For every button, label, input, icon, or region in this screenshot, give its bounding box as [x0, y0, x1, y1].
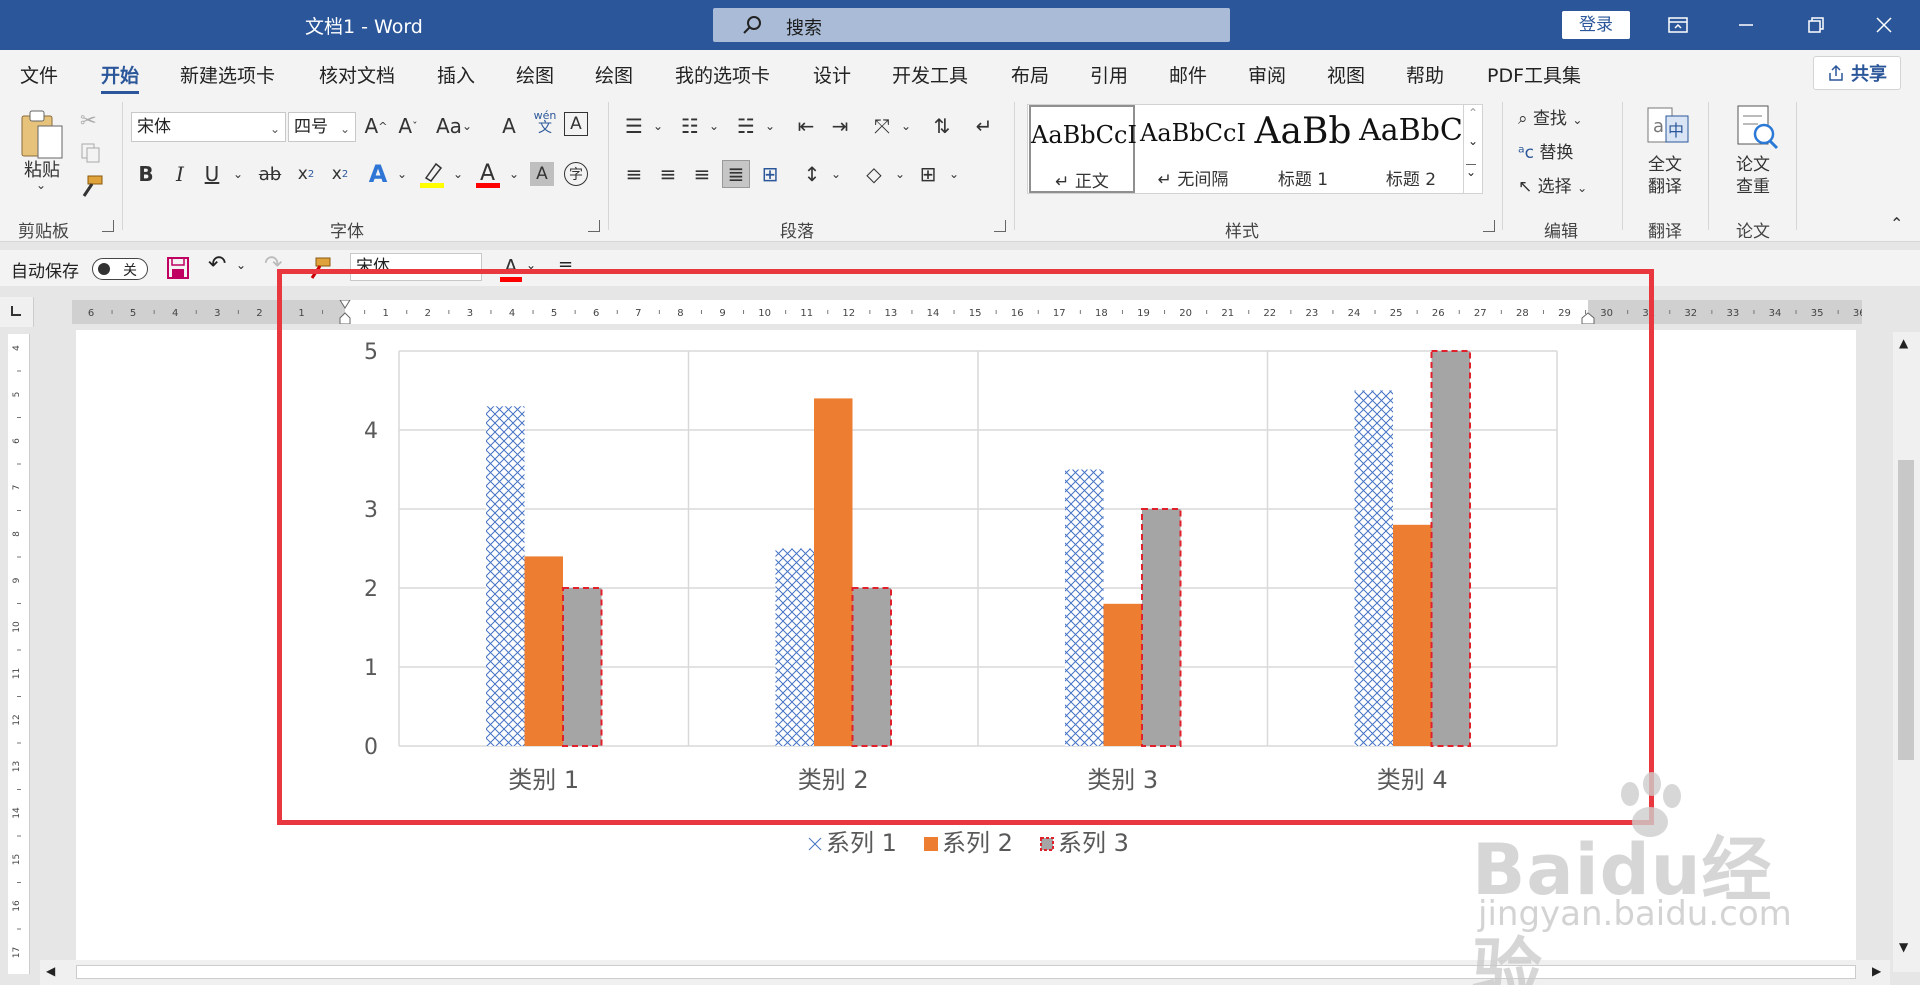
legend-swatch	[924, 837, 938, 851]
scroll-down-icon[interactable]: ▼	[1899, 940, 1908, 954]
legend-item-series-1[interactable]: 系列 1	[808, 823, 897, 858]
red-annotation-box	[277, 269, 1654, 825]
scroll-right-icon[interactable]: ▶	[1872, 964, 1881, 978]
legend-swatch	[808, 837, 822, 851]
legend-item-series-2[interactable]: 系列 2	[924, 823, 1013, 858]
baidu-watermark: Baidu经验 jingyan.baidu.com	[1460, 772, 1840, 985]
legend-swatch	[1040, 837, 1054, 851]
watermark-url: jingyan.baidu.com	[1478, 894, 1792, 934]
legend-label: 系列 1	[826, 829, 897, 857]
scroll-up-icon[interactable]: ▲	[1899, 336, 1908, 350]
legend-label: 系列 3	[1058, 829, 1129, 857]
legend-label: 系列 2	[942, 829, 1013, 857]
legend-item-series-3[interactable]: 系列 3	[1040, 823, 1129, 858]
scroll-left-icon[interactable]: ◀	[46, 964, 55, 978]
vertical-scrollbar[interactable]: ▲ ▼	[1893, 332, 1920, 972]
vertical-scroll-thumb[interactable]	[1898, 460, 1914, 760]
